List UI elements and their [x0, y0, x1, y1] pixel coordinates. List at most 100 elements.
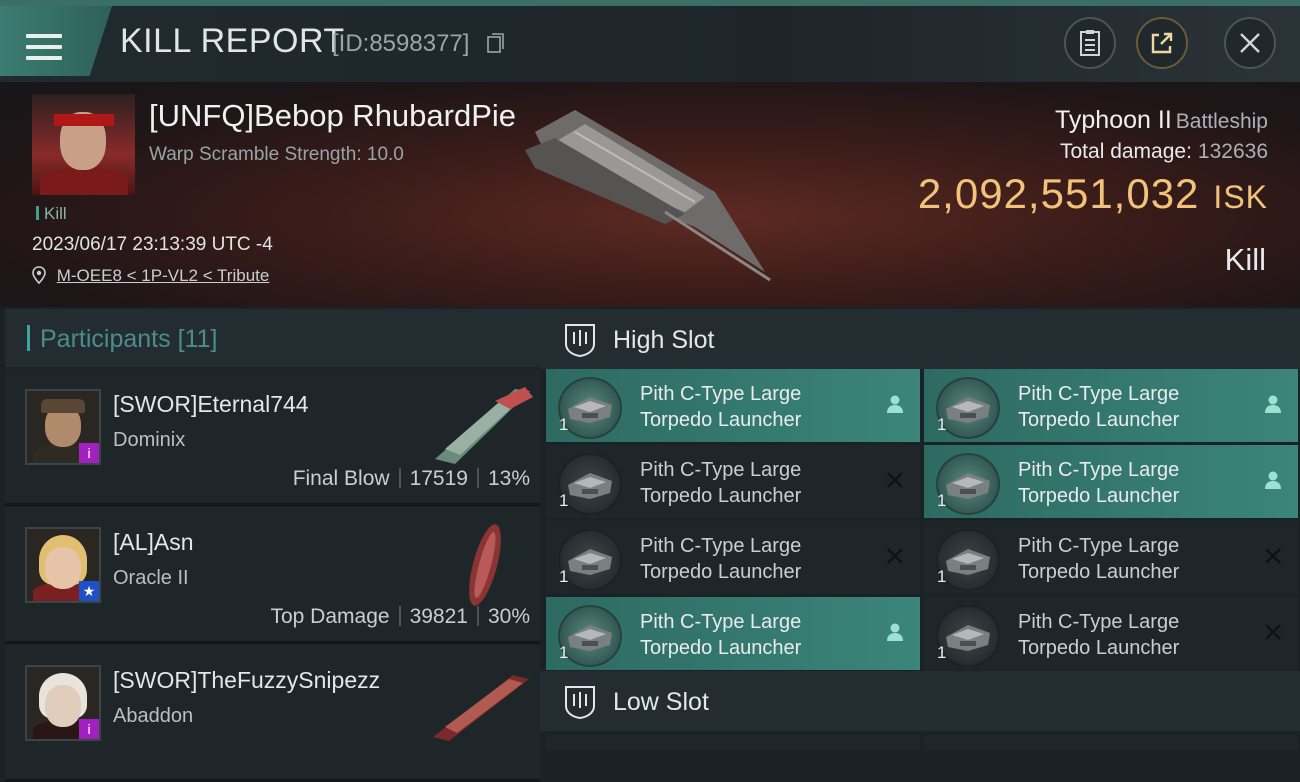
- participant-name: [AL]Asn: [113, 529, 194, 555]
- person-icon: [887, 623, 903, 641]
- total-damage-value: 132636: [1197, 140, 1268, 163]
- module-card[interactable]: 1 Pith C-Type Large Torpedo Launcher: [924, 521, 1298, 594]
- module-name-line2: Torpedo Launcher: [640, 485, 802, 507]
- module-name-line2: Torpedo Launcher: [1018, 485, 1180, 507]
- high-slot-header[interactable]: High Slot: [540, 309, 1300, 369]
- participant-row[interactable]: i [SWOR]TheFuzzySnipezz Abaddon: [5, 645, 540, 782]
- module-name: Pith C-Type Large Torpedo Launcher: [640, 609, 801, 661]
- report-id: [ID:8598377]: [332, 30, 470, 57]
- close-icon: [887, 472, 903, 488]
- kill-date: 2023/06/17 23:13:39 UTC -4: [32, 234, 273, 255]
- participant-row[interactable]: ★ [AL]Asn Oracle II Top Damage 39821 30%: [5, 507, 540, 644]
- low-slot-icon: [565, 686, 595, 720]
- module-name-line2: Torpedo Launcher: [1018, 637, 1180, 659]
- location-link[interactable]: M-OEE8 < 1P-VL2 < Tribute: [32, 266, 269, 286]
- victim-subtitle: Warp Scramble Strength: 10.0: [149, 144, 404, 165]
- module-name-line2: Torpedo Launcher: [640, 561, 802, 583]
- module-name-line1: Pith C-Type Large: [640, 611, 802, 633]
- menu-button[interactable]: [0, 6, 112, 76]
- role-badge-icon: i: [79, 719, 99, 739]
- module-name-line1: Pith C-Type Large: [1018, 611, 1180, 633]
- module-name-line2: Torpedo Launcher: [640, 637, 802, 659]
- high-slot-title: High Slot: [613, 326, 715, 354]
- module-quantity: 1: [559, 643, 569, 662]
- person-icon: [1265, 395, 1281, 413]
- participant-percent: 13%: [487, 467, 530, 490]
- share-button[interactable]: [1136, 17, 1188, 69]
- victim-avatar[interactable]: [32, 94, 135, 195]
- fitting-panel: High Slot 1 Pith C-Type Large Torpedo Laun…: [540, 309, 1300, 750]
- clipboard-button[interactable]: [1064, 17, 1116, 69]
- clipboard-icon: [1080, 30, 1100, 56]
- module-name-line1: Pith C-Type Large: [640, 535, 802, 557]
- module-name: Pith C-Type Large Torpedo Launcher: [640, 381, 801, 433]
- module-card[interactable]: 1 Pith C-Type Large Torpedo Launcher: [546, 597, 920, 670]
- high-slot-icon: [565, 324, 595, 358]
- low-slot-module[interactable]: [924, 735, 1298, 750]
- participants-panel: Participants [11] i [SWOR]Eternal744 Dom…: [5, 309, 540, 782]
- module-quantity: 1: [559, 567, 569, 586]
- copy-icon[interactable]: [487, 32, 505, 54]
- victim-name[interactable]: [UNFQ]Bebop RhubardPie: [149, 98, 516, 134]
- module-quantity: 1: [937, 567, 947, 586]
- participants-header[interactable]: Participants [11]: [5, 309, 540, 367]
- module-card[interactable]: 1 Pith C-Type Large Torpedo Launcher: [924, 597, 1298, 670]
- module-card[interactable]: 1 Pith C-Type Large Torpedo Launcher: [924, 369, 1298, 442]
- participant-ship-image: [433, 675, 529, 741]
- low-slot-title: Low Slot: [613, 688, 709, 716]
- participants-count: [11]: [177, 325, 218, 353]
- victim-ship-image[interactable]: [515, 102, 785, 282]
- role-badge-icon: i: [79, 443, 99, 463]
- victim-ship-name[interactable]: Typhoon II Battleship: [1055, 106, 1268, 135]
- participant-role: Top Damage: [270, 605, 390, 628]
- participant-avatar: ★: [25, 527, 101, 603]
- participant-name: [SWOR]Eternal744: [113, 391, 309, 417]
- module-card[interactable]: 1 Pith C-Type Large Torpedo Launcher: [546, 521, 920, 594]
- module-card[interactable]: 1 Pith C-Type Large Torpedo Launcher: [924, 445, 1298, 518]
- participant-name: [SWOR]TheFuzzySnipezz: [113, 667, 381, 693]
- page-title: KILL REPORT: [120, 22, 345, 60]
- module-quantity: 1: [559, 415, 569, 434]
- participant-role: Final Blow: [292, 467, 390, 490]
- participant-avatar: i: [25, 665, 101, 741]
- person-icon: [1265, 471, 1281, 489]
- module-quantity: 1: [937, 491, 947, 510]
- low-slot-module[interactable]: [546, 735, 920, 750]
- low-slot-header[interactable]: Low Slot: [540, 671, 1300, 731]
- module-name-line1: Pith C-Type Large: [1018, 535, 1180, 557]
- close-button[interactable]: [1224, 17, 1276, 69]
- participant-percent: 30%: [487, 605, 530, 628]
- participant-ship: Oracle II: [113, 567, 189, 589]
- participant-ship-image: [469, 524, 501, 606]
- module-name-line1: Pith C-Type Large: [640, 383, 802, 405]
- module-name-line2: Torpedo Launcher: [640, 409, 802, 431]
- participant-ship: Dominix: [113, 429, 186, 451]
- participant-stats: Final Blow 17519 13%: [293, 467, 530, 491]
- location-text[interactable]: M-OEE8 < 1P-VL2 < Tribute: [57, 266, 270, 285]
- module-name: Pith C-Type Large Torpedo Launcher: [1018, 381, 1179, 433]
- participant-row[interactable]: i [SWOR]Eternal744 Dominix Final Blow 175…: [5, 369, 540, 506]
- role-badge-icon: ★: [79, 581, 99, 601]
- participant-avatar: i: [25, 389, 101, 465]
- module-name-line1: Pith C-Type Large: [640, 459, 802, 481]
- participant-damage: 39821: [409, 605, 468, 628]
- module-card[interactable]: 1 Pith C-Type Large Torpedo Launcher: [546, 445, 920, 518]
- module-name: Pith C-Type Large Torpedo Launcher: [1018, 609, 1179, 661]
- participant-ship-image: [435, 387, 533, 464]
- result-label: Kill: [1224, 242, 1266, 277]
- module-name: Pith C-Type Large Torpedo Launcher: [1018, 533, 1179, 585]
- module-card[interactable]: 1 Pith C-Type Large Torpedo Launcher: [546, 369, 920, 442]
- close-icon: [887, 548, 903, 564]
- share-icon: [1151, 32, 1173, 54]
- module-name: Pith C-Type Large Torpedo Launcher: [640, 533, 801, 585]
- participants-title: Participants: [40, 325, 171, 353]
- total-damage: Total damage: 132636: [1060, 140, 1268, 163]
- module-name-line1: Pith C-Type Large: [1018, 383, 1180, 405]
- top-bar: KILL REPORT [ID:8598377]: [0, 0, 1300, 83]
- module-name: Pith C-Type Large Torpedo Launcher: [1018, 457, 1179, 509]
- close-icon: [1240, 33, 1260, 53]
- module-name: Pith C-Type Large Torpedo Launcher: [640, 457, 801, 509]
- isk-value: 2,092,551,032 ISK: [917, 170, 1268, 217]
- module-quantity: 1: [559, 491, 569, 510]
- module-name-line2: Torpedo Launcher: [1018, 561, 1180, 583]
